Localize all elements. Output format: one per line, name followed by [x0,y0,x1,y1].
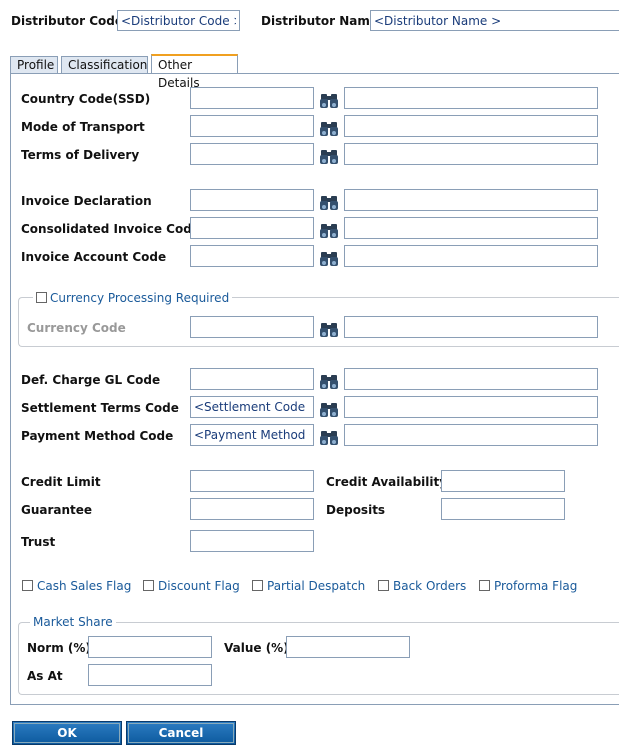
currency-code-label: Currency Code [27,321,126,335]
credit-limit-label: Credit Limit [21,475,101,489]
value-label: Value (%) [224,641,289,655]
currency-code-description[interactable] [344,316,598,338]
distributor-name-label: Distributor Name [261,14,378,28]
guarantee-input[interactable] [190,498,314,520]
credit-limit-input[interactable] [190,470,314,492]
cash-sales-flag-checkbox[interactable] [22,580,33,591]
payment-method-description[interactable] [344,424,598,446]
back-orders-checkbox[interactable] [378,580,389,591]
def-charge-gl-code-description[interactable] [344,368,598,390]
def-charge-gl-code-label: Def. Charge GL Code [21,373,161,387]
currency-processing-checkbox[interactable] [36,292,47,303]
binoculars-icon[interactable] [319,148,339,166]
credit-availability-label: Credit Availability [326,475,448,489]
ok-button[interactable]: OK [12,721,122,745]
def-charge-gl-code-input[interactable] [190,368,314,390]
mode-of-transport-label: Mode of Transport [21,120,145,134]
binoculars-icon[interactable] [319,222,339,240]
distributor-code-input[interactable] [117,10,240,31]
back-orders-label: Back Orders [393,579,467,593]
discount-flag-checkbox[interactable] [143,580,154,591]
invoice-account-code-description[interactable] [344,245,598,267]
binoculars-icon[interactable] [319,401,339,419]
as-at-input[interactable] [88,664,212,686]
country-code-label: Country Code(SSD) [21,92,151,106]
tab-other-details[interactable]: Other Details [151,54,238,90]
payment-method-code-label: Payment Method Code [21,429,174,443]
cash-sales-flag-label: Cash Sales Flag [37,579,132,593]
consolidated-invoice-code-input[interactable] [190,217,314,239]
norm-input[interactable] [88,636,212,658]
settlement-terms-description[interactable] [344,396,598,418]
binoculars-icon[interactable] [319,429,339,447]
binoculars-icon[interactable] [319,373,339,391]
invoice-declaration-description[interactable] [344,189,598,211]
as-at-label: As At [27,669,63,683]
binoculars-icon[interactable] [319,194,339,212]
country-code-description[interactable] [344,87,598,109]
distributor-name-input[interactable] [370,10,619,31]
consolidated-invoice-code-label: Consolidated Invoice Code [21,222,200,236]
consolidated-invoice-code-description[interactable] [344,217,598,239]
invoice-declaration-label: Invoice Declaration [21,194,152,208]
mode-of-transport-input[interactable] [190,115,314,137]
trust-input[interactable] [190,530,314,552]
proforma-flag-label: Proforma Flag [494,579,578,593]
mode-of-transport-description[interactable] [344,115,598,137]
terms-of-delivery-label: Terms of Delivery [21,148,140,162]
binoculars-icon[interactable] [319,250,339,268]
discount-flag-label: Discount Flag [158,579,240,593]
guarantee-label: Guarantee [21,503,93,517]
binoculars-icon[interactable] [319,120,339,138]
invoice-account-code-input[interactable] [190,245,314,267]
tab-profile[interactable]: Profile [10,56,58,74]
invoice-account-code-label: Invoice Account Code [21,250,167,264]
trust-label: Trust [21,535,56,549]
terms-of-delivery-description[interactable] [344,143,598,165]
cancel-button[interactable]: Cancel [126,721,236,745]
settlement-terms-code-input[interactable] [190,396,314,418]
currency-code-input[interactable] [190,316,314,338]
distributor-code-label: Distributor Code [11,14,123,28]
norm-label: Norm (%) [27,641,91,655]
payment-method-code-input[interactable] [190,424,314,446]
deposits-label: Deposits [326,503,386,517]
market-share-legend: Market Share [30,615,116,629]
binoculars-icon[interactable] [319,92,339,110]
binoculars-icon[interactable] [319,321,339,339]
terms-of-delivery-input[interactable] [190,143,314,165]
currency-processing-label: Currency Processing Required [50,291,230,305]
credit-availability-input[interactable] [441,470,565,492]
partial-despatch-label: Partial Despatch [267,579,366,593]
currency-processing-legend: Currency Processing Required [33,291,233,305]
partial-despatch-checkbox[interactable] [252,580,263,591]
country-code-input[interactable] [190,87,314,109]
proforma-flag-checkbox[interactable] [479,580,490,591]
settlement-terms-code-label: Settlement Terms Code [21,401,179,415]
deposits-input[interactable] [441,498,565,520]
value-input[interactable] [286,636,410,658]
invoice-declaration-input[interactable] [190,189,314,211]
tab-classification[interactable]: Classification [61,56,148,74]
